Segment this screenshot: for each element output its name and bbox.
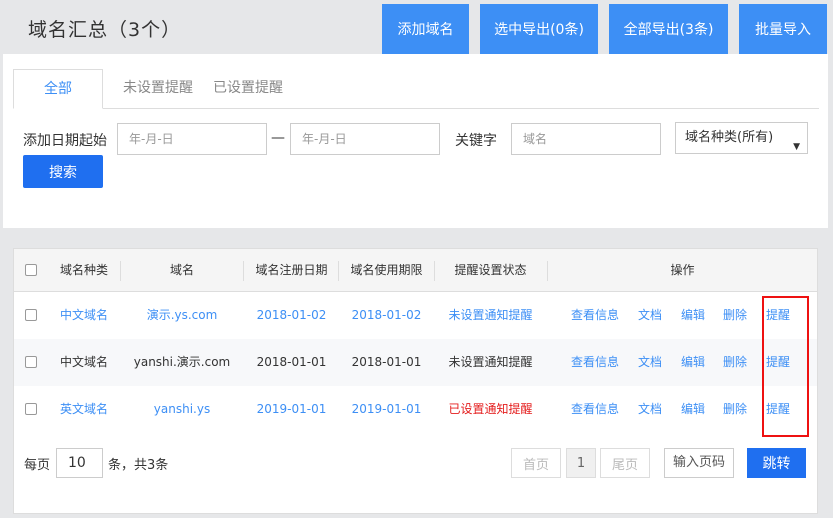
col-remind-status: 提醒设置状态: [454, 263, 527, 277]
row-status: 已设置通知提醒: [448, 402, 533, 416]
remind-highlight-box: [762, 296, 809, 437]
col-type: 域名种类: [59, 263, 108, 277]
current-page-button[interactable]: 1: [566, 448, 596, 478]
col-domain: 域名: [169, 263, 194, 277]
tab-set[interactable]: 已设置提醒: [201, 69, 295, 109]
select-all-checkbox[interactable]: [25, 264, 37, 276]
row-checkbox[interactable]: [25, 356, 37, 368]
table-row: 英文域名 yanshi.ys 2019-01-01 2019-01-01 已设置…: [14, 386, 817, 433]
date-start-label: 添加日期起始: [23, 133, 107, 149]
view-info-link[interactable]: 查看信息: [571, 292, 619, 339]
search-button[interactable]: 搜索: [23, 155, 103, 188]
tab-bar: 全部 未设置提醒 已设置提醒: [13, 69, 819, 109]
edit-link[interactable]: 编辑: [681, 339, 705, 386]
first-page-button[interactable]: 首页: [511, 448, 561, 478]
row-expire: 2018-01-02: [351, 308, 422, 322]
add-domain-button[interactable]: 添加域名: [382, 4, 469, 54]
delete-link[interactable]: 删除: [723, 386, 747, 433]
row-reg-date: 2018-01-01: [256, 355, 327, 369]
batch-import-button[interactable]: 批量导入: [739, 4, 827, 54]
table-row: 中文域名 演示.ys.com 2018-01-02 2018-01-02 未设置…: [14, 292, 817, 339]
keyword-label: 关键字: [455, 133, 497, 149]
view-info-link[interactable]: 查看信息: [571, 339, 619, 386]
col-reg-date: 域名注册日期: [255, 263, 328, 277]
jump-button[interactable]: 跳转: [747, 448, 806, 478]
row-type: 中文域名: [59, 355, 108, 369]
filter-panel: 全部 未设置提醒 已设置提醒 添加日期起始 年-月-日 — 年-月-日 关键字 …: [3, 54, 828, 228]
per-page-input[interactable]: 10: [56, 448, 103, 478]
doc-link[interactable]: 文档: [638, 292, 662, 339]
table-header: 域名种类 域名 域名注册日期 域名使用期限 提醒设置状态 操作: [14, 249, 817, 292]
date-start-input[interactable]: 年-月-日: [117, 123, 267, 155]
per-page-label: 每页: [24, 458, 51, 473]
row-domain[interactable]: 演示.ys.com: [122, 292, 242, 339]
chevron-down-icon: ▼: [793, 142, 800, 152]
date-separator: —: [271, 130, 285, 146]
row-domain[interactable]: yanshi.ys: [122, 386, 242, 433]
delete-link[interactable]: 删除: [723, 292, 747, 339]
domain-type-select-value: 域名种类(所有): [685, 130, 774, 145]
row-expire: 2018-01-01: [351, 355, 422, 369]
row-reg-date: 2018-01-02: [256, 308, 327, 322]
col-actions: 操作: [670, 263, 695, 277]
page-header: 域名汇总（3个） 添加域名 选中导出(0条) 全部导出(3条) 批量导入: [0, 0, 833, 54]
edit-link[interactable]: 编辑: [681, 292, 705, 339]
keyword-input[interactable]: 域名: [511, 123, 661, 155]
page-title: 域名汇总（3个）: [28, 19, 182, 41]
tab-all[interactable]: 全部: [13, 69, 103, 109]
header-divider: [120, 261, 121, 281]
row-reg-date: 2019-01-01: [256, 402, 327, 416]
date-end-input[interactable]: 年-月-日: [290, 123, 440, 155]
doc-link[interactable]: 文档: [638, 339, 662, 386]
edit-link[interactable]: 编辑: [681, 386, 705, 433]
total-count: 条，共3条: [108, 458, 169, 473]
doc-link[interactable]: 文档: [638, 386, 662, 433]
view-info-link[interactable]: 查看信息: [571, 386, 619, 433]
row-type: 中文域名: [59, 308, 108, 322]
row-domain[interactable]: yanshi.演示.com: [122, 339, 242, 386]
export-selected-button[interactable]: 选中导出(0条): [480, 4, 598, 54]
row-checkbox[interactable]: [25, 309, 37, 321]
row-status: 未设置通知提醒: [448, 355, 533, 369]
table-row: 中文域名 yanshi.演示.com 2018-01-01 2018-01-01…: [14, 339, 817, 386]
row-checkbox[interactable]: [25, 403, 37, 415]
tab-not-set[interactable]: 未设置提醒: [111, 69, 205, 109]
row-status: 未设置通知提醒: [448, 308, 533, 322]
export-all-button[interactable]: 全部导出(3条): [609, 4, 728, 54]
row-expire: 2019-01-01: [351, 402, 422, 416]
domain-type-select[interactable]: 域名种类(所有) ▼: [675, 122, 808, 154]
col-expire: 域名使用期限: [350, 263, 423, 277]
last-page-button[interactable]: 尾页: [600, 448, 650, 478]
delete-link[interactable]: 删除: [723, 339, 747, 386]
page-number-input[interactable]: 输入页码: [664, 448, 734, 478]
row-type: 英文域名: [59, 402, 108, 416]
